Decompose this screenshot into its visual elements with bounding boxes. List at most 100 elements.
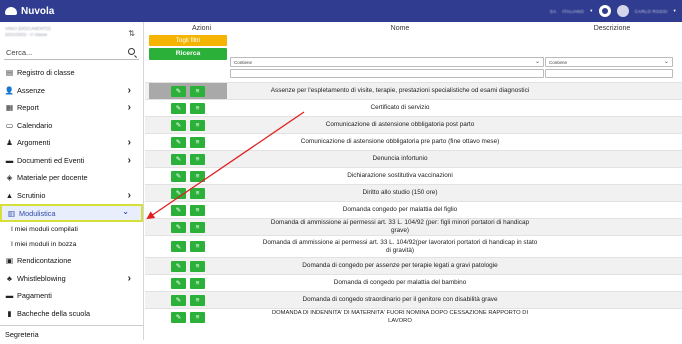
list-icon[interactable]: ≡ bbox=[190, 260, 205, 272]
user-name[interactable]: CARLO ROSSI bbox=[635, 9, 668, 14]
chevron-right-icon: › bbox=[127, 102, 131, 113]
edit-icon[interactable]: ✎ bbox=[171, 136, 186, 148]
chevron-right-icon: › bbox=[127, 84, 131, 96]
brand[interactable]: Nuvola bbox=[0, 6, 54, 17]
list-icon[interactable]: ≡ bbox=[190, 153, 205, 165]
list-icon[interactable]: ≡ bbox=[190, 277, 205, 289]
topics-icon: ♟ bbox=[6, 138, 13, 148]
sidebar-subitem-bozza[interactable]: I miei moduli in bozza bbox=[0, 237, 143, 252]
edit-icon[interactable]: ✎ bbox=[171, 187, 186, 199]
report-icon: ▣ bbox=[5, 256, 14, 266]
sidebar-item-scrutinio[interactable]: ▲ Scrutinio › bbox=[0, 187, 143, 205]
table-row: ✎ ≡ Domanda di ammissione ai permessi art… bbox=[145, 218, 682, 235]
sidebar-item-materiale[interactable]: ◈ Materiale per docente bbox=[0, 169, 143, 187]
sidebar-item-calendario[interactable]: ▭ Calendario bbox=[0, 117, 143, 135]
sidebar-item-rendicontazione[interactable]: ▣ Rendicontazione bbox=[0, 252, 143, 270]
column-header-actions: Azioni bbox=[191, 24, 212, 32]
whistle-icon: ♣ bbox=[7, 273, 12, 283]
table-row: ✎ ≡ Diritto allo studio (150 ore) bbox=[145, 184, 682, 201]
cloud-logo-icon bbox=[5, 7, 17, 15]
list-icon[interactable]: ≡ bbox=[190, 311, 205, 323]
row-name: Domanda di ammissione ai permessi art. 3… bbox=[270, 219, 530, 234]
building-icon: ▥ bbox=[7, 208, 16, 218]
language-selector[interactable]: ITALIANO bbox=[562, 9, 584, 14]
sidebar-item-registro[interactable]: ▤ Registro di classe bbox=[0, 64, 143, 82]
row-name: Assenze per l'espletamento di visite, te… bbox=[270, 87, 530, 94]
list-icon[interactable]: ≡ bbox=[190, 187, 205, 199]
list-icon[interactable]: ≡ bbox=[190, 85, 205, 97]
table-row: ✎ ≡ Domanda di ammissione ai permessi art… bbox=[145, 235, 682, 257]
chevron-down-icon[interactable]: ▾ bbox=[674, 8, 676, 14]
description-filter-input[interactable] bbox=[545, 69, 673, 78]
column-header-description[interactable]: Descrizione bbox=[542, 22, 682, 34]
sidebar-item-bacheche[interactable]: ▮ Bacheche della scuola bbox=[0, 305, 143, 323]
edit-icon[interactable]: ✎ bbox=[171, 260, 186, 272]
edit-icon[interactable]: ✎ bbox=[171, 311, 186, 323]
sidebar-item-modulistica[interactable]: ▥ Modulistica ⌄ bbox=[0, 204, 143, 222]
sidebar-item-pagamenti[interactable]: ▬ Pagamenti bbox=[0, 287, 143, 305]
table-row: ✎ ≡ DOMANDA DI INDENNITA' DI MATERNITA' F… bbox=[145, 308, 682, 325]
list-icon[interactable]: ≡ bbox=[190, 294, 205, 306]
edit-icon[interactable]: ✎ bbox=[171, 119, 186, 131]
row-name: DOMANDA DI INDENNITA' DI MATERNITA' FUOR… bbox=[271, 310, 529, 324]
sidebar-item-assenze[interactable]: 👤 Assenze › bbox=[0, 82, 143, 100]
sidebar: VINCI (DOCUMENTO) 2021/2022 - V classe ⇅… bbox=[0, 22, 144, 340]
edit-icon[interactable]: ✎ bbox=[171, 102, 186, 114]
search-input[interactable]: Cerca... bbox=[4, 46, 139, 60]
sidebar-item-label: Argomenti bbox=[17, 138, 51, 148]
folder-icon: ▬ bbox=[5, 155, 14, 165]
search-button[interactable]: Ricerca bbox=[149, 47, 227, 60]
sidebar-item-whistleblowing[interactable]: ♣ Whistleblowing › bbox=[0, 270, 143, 288]
table-row: ✎ ≡ Assenze per l'espletamento di visite,… bbox=[145, 82, 682, 99]
report-icon: ▦ bbox=[5, 103, 14, 113]
chevron-right-icon: › bbox=[127, 137, 131, 148]
table-row: ✎ ≡ Domanda congedo per malattia del figl… bbox=[145, 201, 682, 218]
list-icon[interactable]: ≡ bbox=[190, 119, 205, 131]
clear-filters-button[interactable]: Togli filtri bbox=[149, 35, 227, 46]
table-row: ✎ ≡ Comunicazione di astensione obbligato… bbox=[145, 116, 682, 133]
sidebar-item-label: Assenze bbox=[17, 85, 45, 95]
table-row: ✎ ≡ Dichiarazione sostitutiva vaccinazion… bbox=[145, 167, 682, 184]
chevron-down-icon[interactable]: ▾ bbox=[590, 8, 592, 14]
row-name: Certificato di servizio bbox=[370, 104, 430, 111]
edit-icon[interactable]: ✎ bbox=[171, 153, 186, 165]
sidebar-item-segreteria[interactable]: Segreteria bbox=[0, 326, 143, 344]
list-icon[interactable]: ≡ bbox=[190, 136, 205, 148]
edit-icon[interactable]: ✎ bbox=[171, 170, 186, 182]
edit-icon[interactable]: ✎ bbox=[171, 277, 186, 289]
sidebar-item-argomenti[interactable]: ♟ Argomenti › bbox=[0, 134, 143, 152]
list-icon[interactable]: ≡ bbox=[190, 204, 205, 216]
list-icon[interactable]: ≡ bbox=[190, 102, 205, 114]
top-bar: Nuvola SA ITALIANO ▾ CARLO ROSSI ▾ bbox=[0, 0, 682, 22]
sidebar-item-report[interactable]: ▦ Report › bbox=[0, 99, 143, 117]
chevron-right-icon: › bbox=[127, 272, 131, 284]
row-name: Denuncia infortunio bbox=[372, 155, 428, 162]
edit-icon[interactable]: ✎ bbox=[171, 294, 186, 306]
sidebar-item-label: Materiale per docente bbox=[17, 173, 88, 183]
list-icon[interactable]: ≡ bbox=[190, 241, 205, 252]
name-filter-select[interactable]: Contiene ⌄ bbox=[230, 57, 544, 67]
table-row: ✎ ≡ Domanda di congedo per assenze per te… bbox=[145, 257, 682, 274]
sidebar-item-label: Report bbox=[17, 103, 39, 113]
year-selector[interactable]: SA bbox=[550, 9, 556, 14]
row-name: Domanda di congedo per malattia del bamb… bbox=[333, 279, 467, 286]
swap-icon[interactable]: ⇅ bbox=[128, 30, 135, 38]
name-filter-input[interactable] bbox=[230, 69, 544, 78]
school-selector[interactable]: VINCI (DOCUMENTO) 2021/2022 - V classe ⇅ bbox=[0, 22, 143, 46]
sidebar-item-documenti[interactable]: ▬ Documenti ed Eventi › bbox=[0, 152, 143, 170]
edit-icon[interactable]: ✎ bbox=[171, 221, 186, 233]
row-name: Domanda congedo per malattia del figlio bbox=[342, 206, 458, 213]
search-icon[interactable] bbox=[128, 48, 135, 55]
edit-icon[interactable]: ✎ bbox=[171, 204, 186, 216]
list-icon[interactable]: ≡ bbox=[190, 221, 205, 233]
column-header-name[interactable]: Nome bbox=[258, 22, 542, 34]
edit-icon[interactable]: ✎ bbox=[171, 241, 186, 252]
edit-icon[interactable]: ✎ bbox=[171, 85, 186, 97]
sidebar-item-label: Registro di classe bbox=[17, 68, 75, 78]
description-filter-select[interactable]: Contiene ⌄ bbox=[545, 57, 673, 67]
sidebar-subitem-compilati[interactable]: I miei moduli compilati bbox=[0, 222, 143, 237]
avatar[interactable] bbox=[616, 5, 629, 17]
register-icon: ▤ bbox=[5, 68, 14, 78]
list-icon[interactable]: ≡ bbox=[190, 170, 205, 182]
notifications-icon[interactable] bbox=[598, 5, 611, 17]
